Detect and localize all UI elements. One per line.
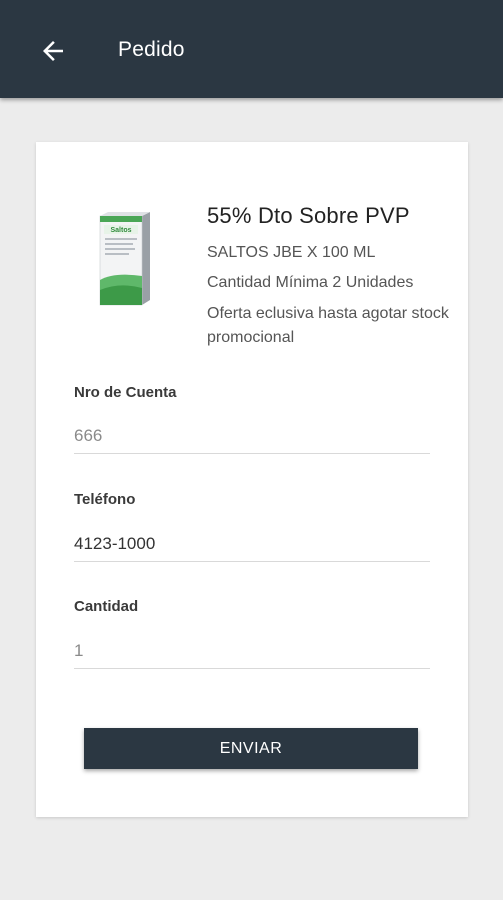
- offer-note: Oferta eclusiva hasta agotar stock promo…: [207, 305, 449, 346]
- page-title: Pedido: [118, 38, 185, 61]
- back-button[interactable]: [30, 30, 76, 72]
- offer-title: 55% Dto Sobre PVP: [207, 203, 410, 228]
- medicine-box-image: Saltos: [99, 212, 150, 306]
- product-name: SALTOS JBE X 100 ML: [207, 244, 376, 261]
- order-card: Saltos 55% Dto Sobre PVP SALTOS JBE X 10…: [36, 142, 468, 817]
- phone-label: Teléfono: [74, 491, 136, 508]
- quantity-field[interactable]: [74, 634, 430, 669]
- quantity-label: Cantidad: [74, 598, 139, 615]
- arrow-left-icon: [43, 41, 63, 61]
- phone-field[interactable]: [74, 527, 430, 562]
- account-label: Nro de Cuenta: [74, 384, 177, 401]
- app-bar: Pedido: [0, 0, 503, 98]
- send-button[interactable]: ENVIAR: [84, 728, 418, 769]
- box-label: Saltos: [110, 227, 131, 234]
- min-quantity: Cantidad Mínima 2 Unidades: [207, 274, 414, 291]
- account-field[interactable]: [74, 419, 430, 454]
